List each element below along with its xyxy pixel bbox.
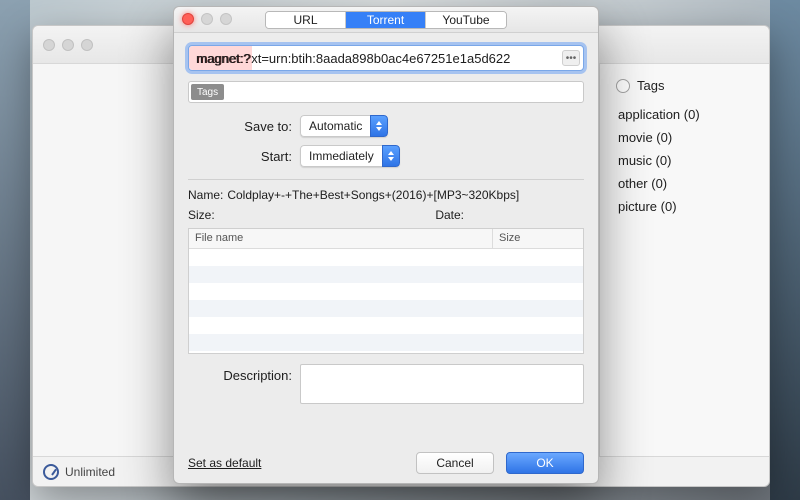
tags-input[interactable] [188, 81, 584, 103]
name-value: Coldplay+-+The+Best+Songs+(2016)+[MP3~32… [227, 188, 519, 202]
dialog-footer: Set as default Cancel OK [174, 443, 598, 483]
sidebar-tag-item[interactable]: other (0) [616, 172, 753, 195]
start-value: Immediately [300, 145, 382, 167]
traffic-lights [43, 39, 93, 51]
chevron-up-down-icon [382, 145, 400, 167]
set-as-default-link[interactable]: Set as default [188, 456, 261, 470]
ok-button[interactable]: OK [506, 452, 584, 474]
description-label: Description: [188, 364, 300, 383]
size-label: Size: [188, 208, 215, 222]
close-icon[interactable] [43, 39, 55, 51]
chevron-up-down-icon [370, 115, 388, 137]
sidebar-tag-item[interactable]: application (0) [616, 103, 753, 126]
tab-youtube[interactable]: YouTube [426, 12, 506, 28]
sidebar-tags-radio[interactable]: Tags [616, 78, 753, 93]
table-row [189, 334, 583, 351]
table-row [189, 283, 583, 300]
table-row [189, 300, 583, 317]
sidebar-tag-item[interactable]: movie (0) [616, 126, 753, 149]
cancel-button[interactable]: Cancel [416, 452, 494, 474]
start-select[interactable]: Immediately [300, 145, 400, 167]
name-label: Name: [188, 188, 223, 202]
table-row [189, 317, 583, 334]
file-list-table: File name Size [188, 228, 584, 354]
tab-torrent[interactable]: Torrent [346, 12, 426, 28]
table-header: File name Size [189, 229, 583, 249]
sidebar-tags-label: Tags [637, 78, 664, 93]
sidebar-tag-item[interactable]: music (0) [616, 149, 753, 172]
minimize-icon [201, 13, 213, 25]
url-more-button[interactable]: ••• [562, 50, 580, 66]
tags-chip[interactable]: Tags [191, 84, 224, 100]
url-input[interactable] [188, 45, 584, 71]
zoom-icon[interactable] [81, 39, 93, 51]
date-label: Date: [435, 208, 464, 222]
table-row [189, 266, 583, 283]
tab-url[interactable]: URL [266, 12, 346, 28]
radio-icon [616, 79, 630, 93]
col-file-name[interactable]: File name [189, 229, 493, 248]
close-icon[interactable] [182, 13, 194, 25]
status-text: Unlimited [65, 465, 115, 479]
source-segmented-control: URL Torrent YouTube [265, 11, 507, 29]
sidebar-tag-item[interactable]: picture (0) [616, 195, 753, 218]
sidebar: Tags application (0) movie (0) music (0)… [599, 64, 769, 456]
description-input[interactable] [300, 364, 584, 404]
save-to-select[interactable]: Automatic [300, 115, 388, 137]
table-body[interactable] [189, 249, 583, 353]
save-to-label: Save to: [188, 119, 300, 134]
start-label: Start: [188, 149, 300, 164]
col-size[interactable]: Size [493, 229, 583, 248]
add-download-dialog: URL Torrent YouTube magnet:? ••• Tags Sa… [173, 6, 599, 484]
desktop-edge [0, 0, 30, 500]
traffic-lights [182, 13, 232, 25]
minimize-icon[interactable] [62, 39, 74, 51]
table-row [189, 249, 583, 266]
dialog-titlebar[interactable]: URL Torrent YouTube [174, 7, 598, 33]
divider [188, 179, 584, 180]
desktop-edge [770, 0, 800, 500]
zoom-icon [220, 13, 232, 25]
save-to-value: Automatic [300, 115, 370, 137]
speedometer-icon [43, 464, 59, 480]
